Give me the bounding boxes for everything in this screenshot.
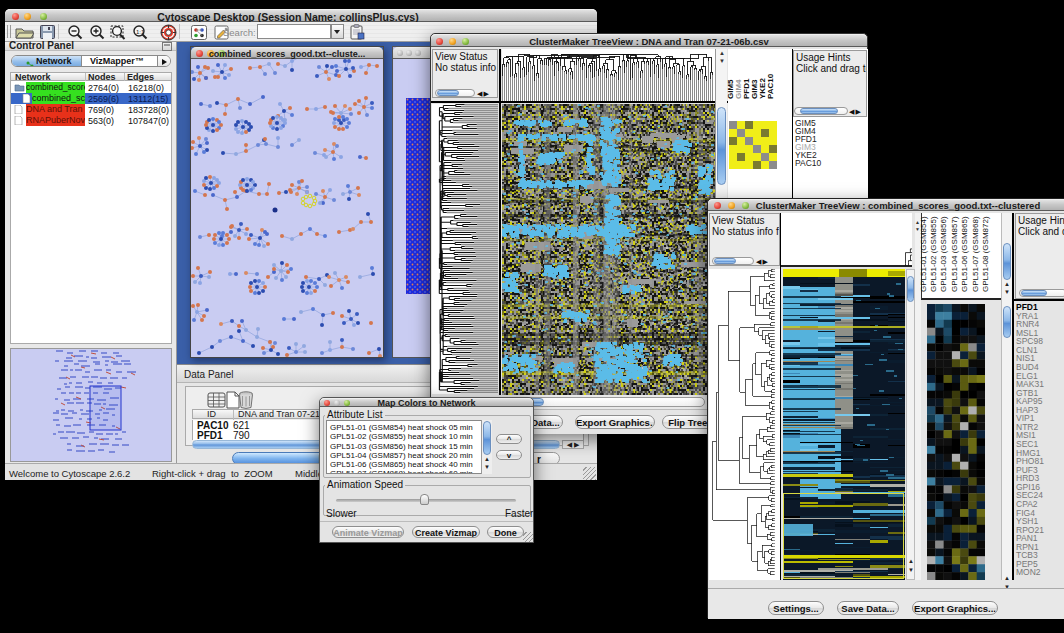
svg-text:1:1: 1:1 (136, 29, 145, 35)
